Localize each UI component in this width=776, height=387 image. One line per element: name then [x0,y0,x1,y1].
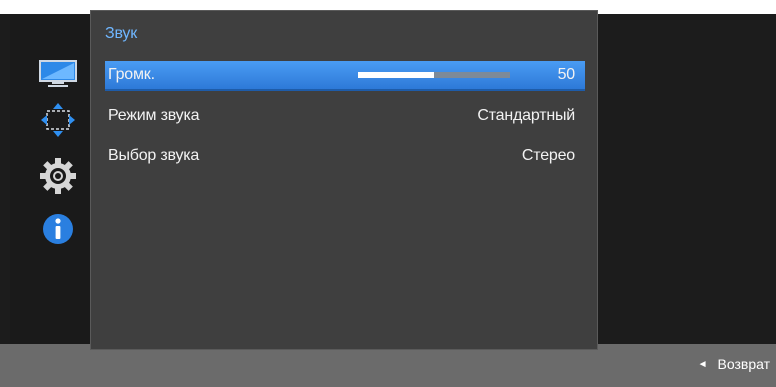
sidebar [10,14,90,344]
menu-item-label: Режим звука [108,107,200,124]
triangle-left-icon: ◄ [697,358,708,370]
footer-bar [0,344,776,387]
volume-slider-fill [358,72,434,78]
monitor-osd-screen: Звук Громк. 50 Режим звука Стандартный В… [0,0,776,387]
menu-title: Звук [105,25,138,42]
info-icon[interactable] [38,209,78,249]
monitor-icon[interactable] [38,54,78,94]
menu-item-label: Выбор звука [108,147,200,164]
back-button[interactable]: ◄ Возврат [698,356,770,372]
menu-item-sound-select[interactable]: Выбор звука Стерео [105,141,585,171]
move-arrows-icon[interactable] [38,100,78,140]
gear-icon[interactable] [38,156,78,196]
volume-slider[interactable] [358,72,510,78]
sound-select-value: Стерео [521,147,575,164]
sound-mode-value: Стандартный [477,107,575,124]
menu-item-volume[interactable]: Громк. 50 [105,61,585,91]
menu-item-label: Громк. [108,66,155,83]
back-label: Возврат [717,356,771,372]
menu-item-sound-mode[interactable]: Режим звука Стандартный [105,101,585,131]
volume-value: 50 [557,66,576,83]
sound-menu-panel: Звук Громк. 50 Режим звука Стандартный В… [90,10,598,350]
